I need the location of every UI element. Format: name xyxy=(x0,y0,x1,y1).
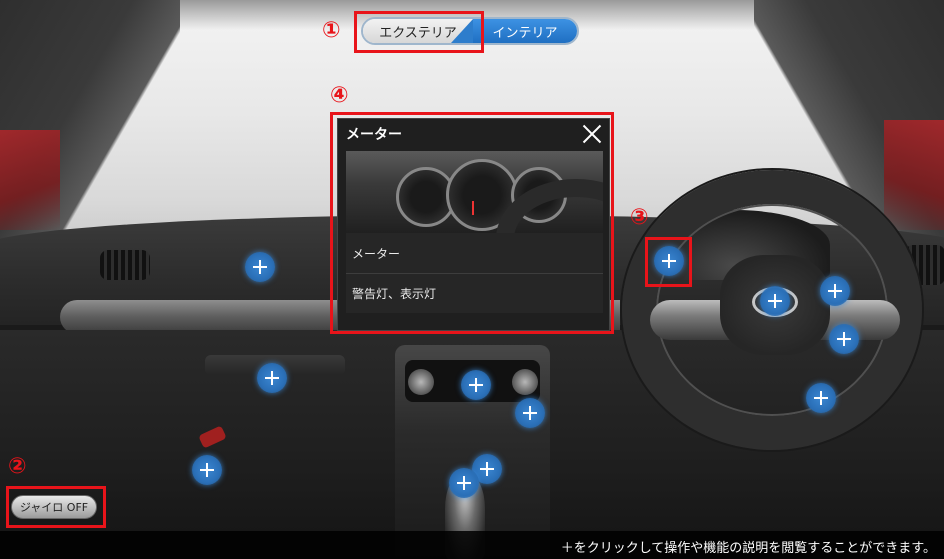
climate-knob-right xyxy=(512,369,538,395)
annotation-number-4: ④ xyxy=(330,83,349,108)
hotspot-plus-icon[interactable] xyxy=(461,370,491,400)
hotspot-plus-icon[interactable] xyxy=(245,252,275,282)
hotspot-plus-icon[interactable] xyxy=(806,383,836,413)
annotation-box-3 xyxy=(645,237,692,287)
hotspot-plus-icon[interactable] xyxy=(515,398,545,428)
annotation-number-3: ③ xyxy=(630,205,649,230)
hotspot-plus-icon[interactable] xyxy=(820,276,850,306)
annotation-box-1 xyxy=(354,11,484,53)
hotspot-plus-icon[interactable] xyxy=(829,324,859,354)
left-door-trim xyxy=(0,130,60,230)
help-text: ＋をクリックして操作や機能の説明を閲覧することができます。 xyxy=(560,541,936,556)
left-air-vent xyxy=(100,250,150,280)
climate-knob-left xyxy=(408,369,434,395)
annotation-box-2 xyxy=(6,486,106,528)
hotspot-plus-icon[interactable] xyxy=(760,286,790,316)
annotation-number-2: ② xyxy=(8,454,27,479)
interior-tab[interactable]: インテリア xyxy=(473,19,577,43)
help-bar: ＋をクリックして操作や機能の説明を閲覧することができます。 xyxy=(0,531,944,559)
annotation-box-4 xyxy=(330,112,614,334)
hotspot-plus-icon[interactable] xyxy=(192,455,222,485)
annotation-number-1: ① xyxy=(322,18,341,43)
interior-tab-label: インテリア xyxy=(492,25,558,41)
right-door-trim xyxy=(884,120,944,230)
hotspot-plus-icon[interactable] xyxy=(449,468,479,498)
hotspot-plus-icon[interactable] xyxy=(257,363,287,393)
